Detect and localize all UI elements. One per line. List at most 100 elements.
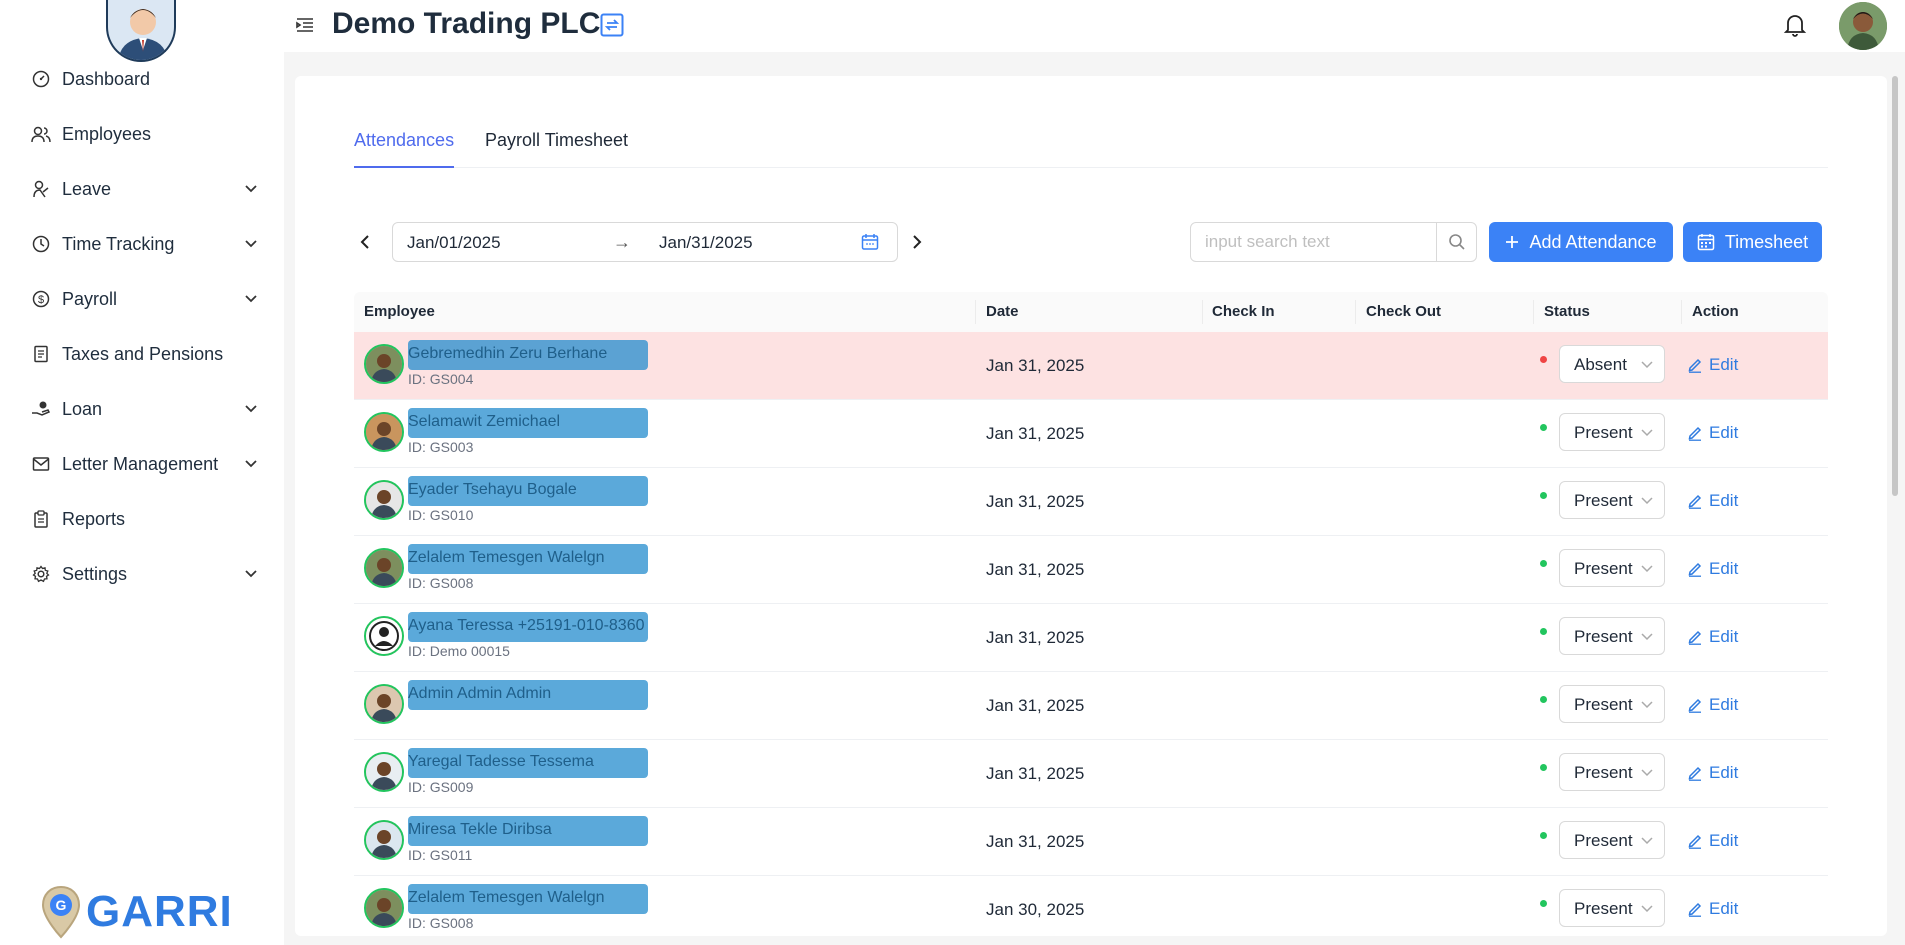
chevron-down-icon[interactable] xyxy=(242,565,260,583)
sidebar-item-employees[interactable]: Employees xyxy=(30,114,260,154)
col-action: Action xyxy=(1692,303,1739,320)
attendance-date: Jan 31, 2025 xyxy=(986,764,1085,783)
column-divider xyxy=(1533,300,1534,324)
next-range-button[interactable] xyxy=(906,222,928,262)
brand-text: GARRI xyxy=(86,887,233,936)
sidebar-item-dashboard[interactable]: Dashboard xyxy=(30,59,260,99)
gear-icon xyxy=(30,563,52,585)
status-select[interactable]: Present xyxy=(1559,413,1665,451)
col-status: Status xyxy=(1544,303,1590,320)
timesheet-label: Timesheet xyxy=(1724,231,1809,252)
sidebar-item-leave[interactable]: Leave xyxy=(30,169,260,209)
employee-id: ID: GS008 xyxy=(408,575,474,591)
sidebar-item-label: Payroll xyxy=(62,288,118,309)
edit-button[interactable]: Edit xyxy=(1687,423,1738,443)
status-value: Present xyxy=(1574,559,1633,578)
add-attendance-button[interactable]: Add Attendance xyxy=(1489,222,1673,262)
edit-icon xyxy=(1687,629,1703,645)
status-select[interactable]: Present xyxy=(1559,549,1665,587)
status-value: Present xyxy=(1574,695,1633,714)
search-input[interactable] xyxy=(1191,223,1438,261)
chevron-down-icon[interactable] xyxy=(242,400,260,418)
edit-button[interactable]: Edit xyxy=(1687,559,1738,579)
edit-icon xyxy=(1687,561,1703,577)
edit-button[interactable]: Edit xyxy=(1687,763,1738,783)
attendance-date: Jan 31, 2025 xyxy=(986,628,1085,647)
start-date-input[interactable]: Jan/01/2025 xyxy=(407,233,501,253)
calendar-icon[interactable] xyxy=(861,233,879,251)
sidebar-item-reports[interactable]: Reports xyxy=(30,499,260,539)
end-date-input[interactable]: Jan/31/2025 xyxy=(659,233,753,253)
employee-avatar xyxy=(364,344,404,384)
mail-icon xyxy=(30,453,52,475)
employee-name[interactable]: Ayana Teressa +25191-010-8360 xyxy=(408,617,644,635)
edit-button[interactable]: Edit xyxy=(1687,355,1738,375)
edit-icon xyxy=(1687,765,1703,781)
chevron-down-icon xyxy=(1640,425,1654,439)
dollar-icon: $ xyxy=(30,288,52,310)
chevron-down-icon xyxy=(1640,697,1654,711)
bell-icon[interactable] xyxy=(1783,12,1807,38)
edit-icon xyxy=(1687,833,1703,849)
employee-name[interactable]: Yaregal Tadesse Tessema xyxy=(408,753,594,771)
status-select[interactable]: Present xyxy=(1559,685,1665,723)
status-select[interactable]: Present xyxy=(1559,753,1665,791)
table-header: Employee Date Check In Check Out Status … xyxy=(354,292,1828,332)
edit-button[interactable]: Edit xyxy=(1687,491,1738,511)
users-icon xyxy=(30,123,52,145)
chevron-left-icon xyxy=(360,235,369,249)
search-button[interactable] xyxy=(1436,223,1476,261)
timesheet-button[interactable]: Timesheet xyxy=(1683,222,1822,262)
attendance-date: Jan 31, 2025 xyxy=(986,696,1085,715)
user-avatar[interactable] xyxy=(1839,2,1887,50)
switch-company-icon[interactable] xyxy=(600,13,624,37)
prev-range-button[interactable] xyxy=(354,222,376,262)
chevron-down-icon xyxy=(1640,629,1654,643)
menu-fold-icon[interactable] xyxy=(294,14,316,36)
chevron-down-icon[interactable] xyxy=(242,235,260,253)
status-select[interactable]: Absent xyxy=(1559,345,1665,383)
edit-button[interactable]: Edit xyxy=(1687,627,1738,647)
status-dot xyxy=(1540,900,1547,907)
sidebar-item-label: Taxes and Pensions xyxy=(62,343,224,364)
chevron-down-icon[interactable] xyxy=(242,290,260,308)
employee-id: ID: GS010 xyxy=(408,507,474,523)
employee-name[interactable]: Zelalem Temesgen Walelgn xyxy=(408,889,605,907)
tabs: Attendances Payroll Timesheet xyxy=(354,128,1828,168)
employee-name[interactable]: Gebremedhin Zeru Berhane xyxy=(408,345,607,363)
date-range-picker[interactable]: Jan/01/2025 → Jan/31/2025 xyxy=(392,222,898,262)
table-row: Eyader Tsehayu Bogale ID: GS010 Jan 31, 20… xyxy=(354,468,1828,536)
status-select[interactable]: Present xyxy=(1559,821,1665,859)
employee-name[interactable]: Selamawit Zemichael xyxy=(408,413,560,431)
employee-name[interactable]: Admin Admin Admin xyxy=(408,685,551,703)
sidebar-item-taxes-and-pensions[interactable]: Taxes and Pensions xyxy=(30,334,260,374)
tab-payroll-timesheet[interactable]: Payroll Timesheet xyxy=(485,128,628,168)
chevron-down-icon xyxy=(1640,493,1654,507)
status-select[interactable]: Present xyxy=(1559,617,1665,655)
edit-button[interactable]: Edit xyxy=(1687,831,1738,851)
sidebar-item-settings[interactable]: Settings xyxy=(30,554,260,594)
tab-attendances[interactable]: Attendances xyxy=(354,128,455,168)
status-select[interactable]: Present xyxy=(1559,481,1665,519)
sidebar-item-payroll[interactable]: $ Payroll xyxy=(30,279,260,319)
page-scrollbar[interactable] xyxy=(1892,76,1898,496)
edit-button[interactable]: Edit xyxy=(1687,695,1738,715)
sidebar-item-label: Loan xyxy=(62,398,103,419)
chevron-down-icon xyxy=(1640,765,1654,779)
sidebar-item-loan[interactable]: Loan xyxy=(30,389,260,429)
edit-button[interactable]: Edit xyxy=(1687,899,1738,919)
employee-avatar xyxy=(364,616,404,656)
chevron-down-icon xyxy=(1640,901,1654,915)
status-select[interactable]: Present xyxy=(1559,889,1665,927)
sidebar-item-letter-management[interactable]: Letter Management xyxy=(30,444,260,484)
sidebar-item-time-tracking[interactable]: Time Tracking xyxy=(30,224,260,264)
location-pin-icon: G xyxy=(41,885,81,939)
employee-name[interactable]: Miresa Tekle Diribsa xyxy=(408,821,552,839)
edit-label: Edit xyxy=(1709,831,1739,850)
chevron-down-icon[interactable] xyxy=(242,180,260,198)
employee-name[interactable]: Eyader Tsehayu Bogale xyxy=(408,481,577,499)
edit-label: Edit xyxy=(1709,559,1739,578)
employee-name[interactable]: Zelalem Temesgen Walelgn xyxy=(408,549,605,567)
chevron-down-icon[interactable] xyxy=(242,455,260,473)
chevron-right-icon xyxy=(913,235,922,249)
